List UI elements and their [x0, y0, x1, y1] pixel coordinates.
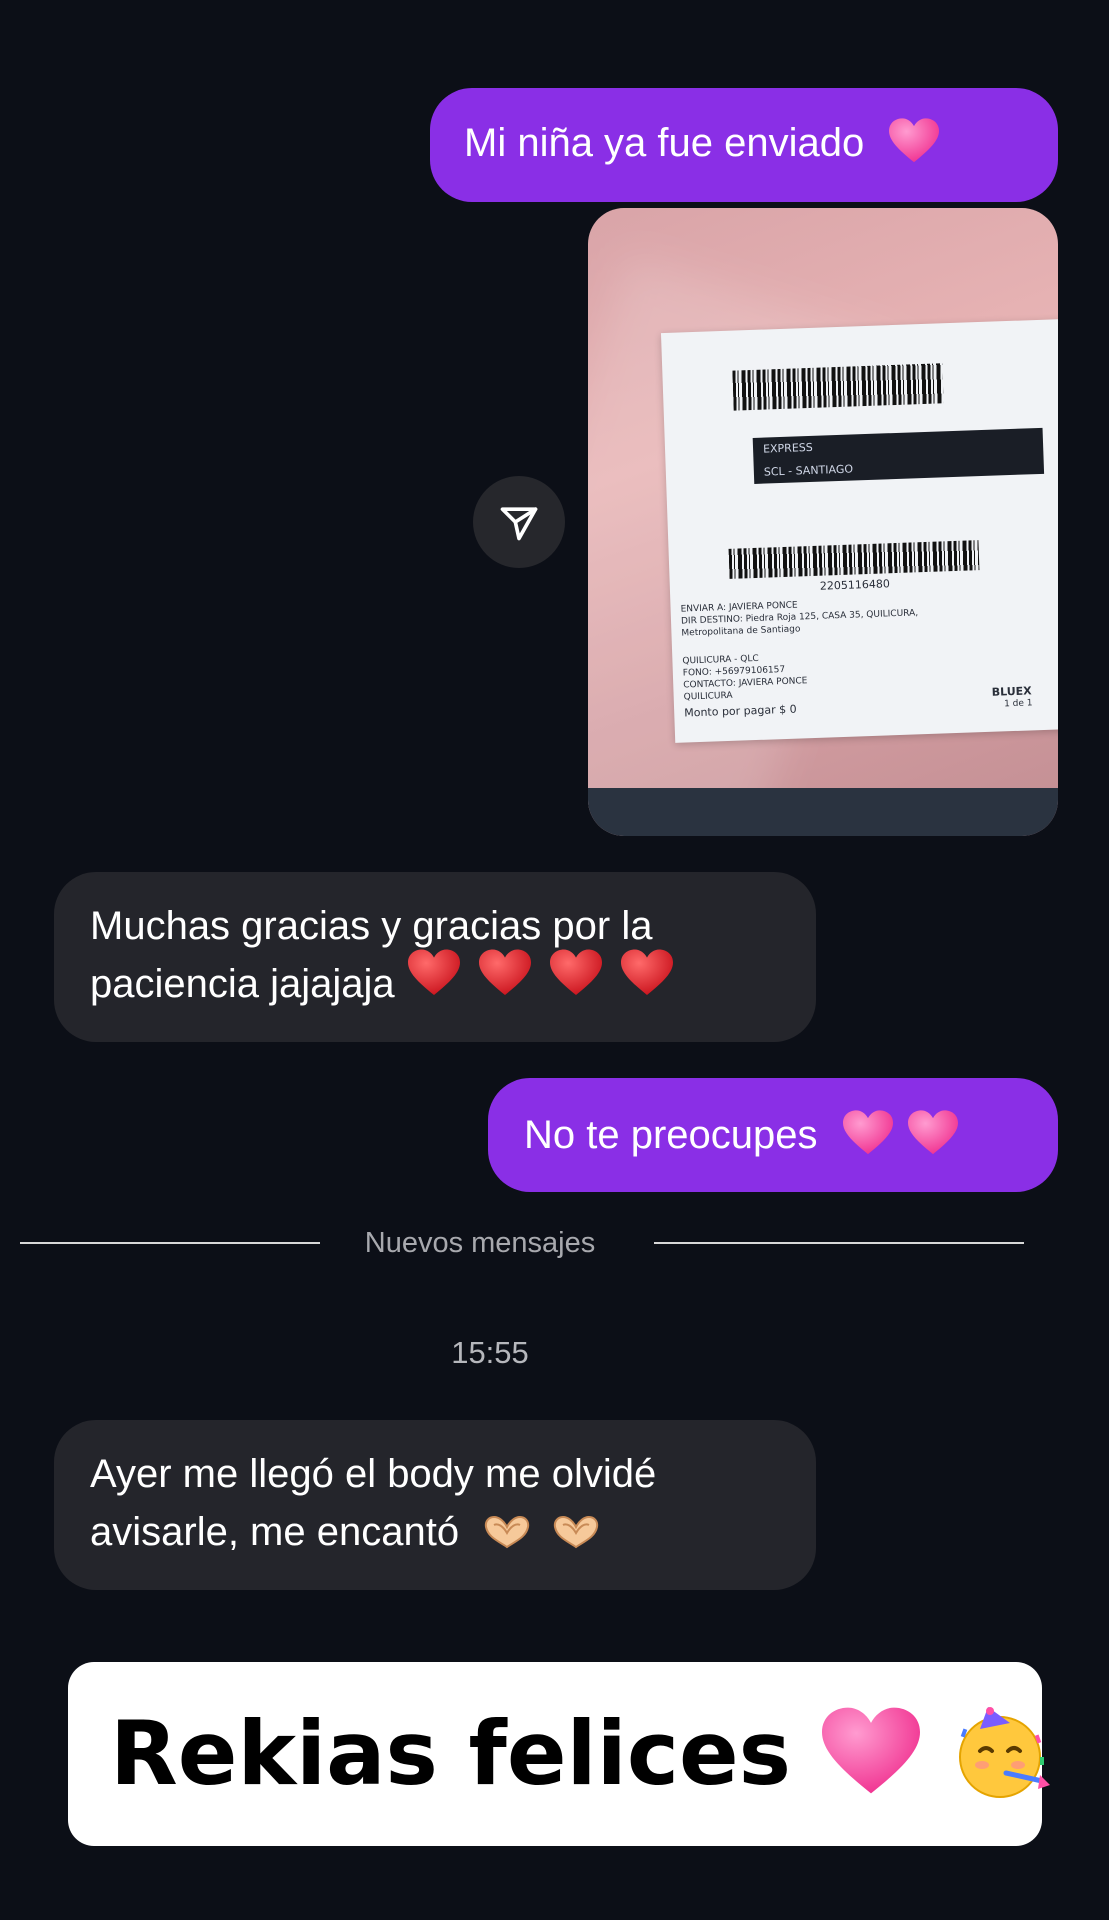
incoming-message-1[interactable]: Muchas gracias y gracias por la pacienci… — [54, 872, 816, 1042]
red-heart-icon — [478, 949, 531, 996]
incoming-message-2[interactable]: Ayer me llegó el body me olvidé avisarle… — [54, 1420, 816, 1590]
message-text: No te preocupes — [524, 1113, 818, 1157]
outgoing-message-1[interactable]: Mi niña ya fue enviado — [430, 88, 1058, 202]
pink-heart-icon — [907, 1110, 958, 1155]
message-text-line1: Muchas gracias y gracias por la — [90, 904, 653, 948]
message-timestamp: 15:55 — [451, 1335, 529, 1370]
shipping-label: EXPRESS SCL - SANTIAGO 2205116480 ENVIAR… — [660, 319, 1058, 743]
photo-floor — [588, 788, 1058, 836]
label-brand: BLUEX — [991, 684, 1032, 699]
red-heart-icon — [621, 949, 674, 996]
message-text-line2: paciencia jajajaja — [90, 962, 395, 1006]
message-text-line2: avisarle, me encantó — [90, 1510, 460, 1554]
outgoing-message-2[interactable]: No te preocupes — [488, 1078, 1058, 1192]
barcode-icon — [732, 363, 944, 411]
heart-hands-icon — [554, 1516, 599, 1549]
tracking-number: 2205116480 — [819, 577, 891, 593]
pink-heart-icon — [842, 1110, 893, 1155]
service-box: EXPRESS SCL - SANTIAGO — [752, 427, 1045, 484]
message-text: Mi niña ya fue enviado — [464, 121, 865, 165]
partying-face-icon — [959, 1707, 1051, 1799]
divider-line-left — [20, 1242, 320, 1244]
pink-heart-icon — [889, 118, 940, 163]
barcode-icon-2 — [728, 540, 980, 579]
paper-plane-icon — [500, 507, 538, 541]
message-text-line1: Ayer me llegó el body me olvidé — [90, 1452, 657, 1496]
new-messages-divider: Nuevos mensajes — [364, 1227, 596, 1259]
red-hearts — [406, 949, 674, 1013]
share-button[interactable] — [473, 476, 565, 568]
red-heart-icon — [550, 949, 603, 996]
pink-heart-icon — [821, 1707, 920, 1794]
caption-text: Rekias felices — [110, 1702, 792, 1805]
label-ciudad: QUILICURA — [683, 690, 733, 703]
story-caption: Rekias felices — [68, 1662, 1051, 1846]
red-heart-icon — [407, 949, 460, 996]
heart-hands-icon — [485, 1516, 530, 1549]
label-pieces: 1 de 1 — [1003, 698, 1033, 710]
label-monto: Monto por pagar $ 0 — [684, 702, 797, 720]
divider-line-right — [654, 1242, 1024, 1244]
package-photo[interactable]: EXPRESS SCL - SANTIAGO 2205116480 ENVIAR… — [588, 208, 1058, 836]
